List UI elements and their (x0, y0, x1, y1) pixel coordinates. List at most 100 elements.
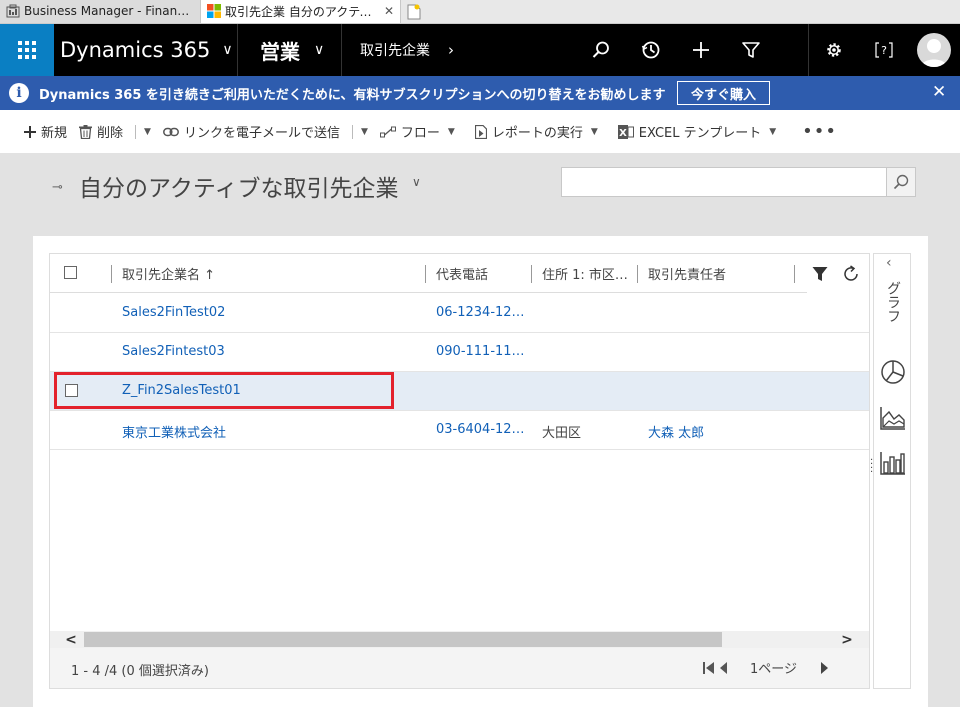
refresh-icon (844, 264, 858, 281)
select-all-checkbox[interactable] (64, 266, 77, 279)
run-report-label: レポートの実行 (491, 126, 583, 141)
account-name-link[interactable]: 東京工業株式会社 (122, 422, 226, 441)
app-launcher-button[interactable] (0, 24, 54, 76)
help-icon: ? (875, 42, 893, 58)
area-chart-button[interactable] (879, 404, 907, 432)
divider (351, 124, 353, 139)
scrollbar-thumb[interactable] (84, 632, 722, 647)
user-avatar[interactable] (917, 33, 951, 67)
report-icon (474, 124, 487, 139)
row-checkbox[interactable] (65, 384, 78, 397)
trash-icon (79, 124, 93, 139)
info-icon: i (9, 83, 29, 103)
previous-page-icon[interactable] (719, 661, 728, 675)
advanced-find-button[interactable] (726, 24, 776, 76)
horizontal-scrollbar[interactable]: < > (50, 631, 869, 648)
plus-icon (693, 42, 709, 58)
more-commands-button[interactable]: ••• (802, 110, 837, 153)
chevron-down-icon: ∨ (314, 42, 325, 58)
search-box (561, 167, 916, 197)
chevron-down-icon: ▼ (360, 126, 368, 137)
delete-dropdown[interactable]: ▼ (144, 110, 151, 153)
tab-title: 取引先企業 自分のアクティブ... (225, 4, 380, 19)
divider (135, 124, 137, 139)
column-divider (794, 265, 795, 283)
chevron-down-icon: ▼ (447, 126, 455, 137)
excel-template-button[interactable]: X EXCEL テンプレート ▼ (617, 110, 777, 153)
close-icon[interactable]: ✕ (932, 82, 946, 102)
first-page-icon[interactable] (703, 661, 715, 675)
table-row[interactable]: Sales2Fintest03 090-111-11… (50, 333, 869, 372)
delete-button[interactable]: 削除 (79, 110, 123, 153)
account-name-link[interactable]: Sales2Fintest03 (122, 344, 225, 359)
bar-chart-button[interactable] (879, 449, 907, 477)
view-header: ⊸ 自分のアクティブな取引先企業 ∨ (0, 153, 960, 236)
global-search-button[interactable] (576, 24, 626, 76)
browser-tab-accounts[interactable]: 取引先企業 自分のアクティブ... ✕ (201, 0, 401, 23)
link-icon (163, 127, 179, 137)
table-row-selected[interactable]: Z_Fin2SalesTest01 (50, 372, 869, 411)
phone-link[interactable]: 06-1234-12… (436, 305, 531, 320)
waffle-icon (18, 41, 36, 59)
column-header-phone[interactable]: 代表電話 (436, 264, 488, 283)
contact-link[interactable]: 大森 太郎 (648, 422, 704, 441)
nav-icon-group (576, 24, 776, 76)
pane-resize-grip[interactable]: · · · · (870, 456, 873, 478)
column-header-address[interactable]: 住所 1: 市区… (542, 264, 628, 283)
column-header-name[interactable]: 取引先企業名 ↑ (122, 264, 215, 283)
flow-button[interactable]: フロー ▼ (379, 110, 455, 153)
chevron-down-icon: ▼ (769, 126, 777, 137)
chart-pane-label[interactable]: グラフ (883, 281, 903, 323)
settings-icon (827, 43, 841, 57)
column-header-contact[interactable]: 取引先責任者 (648, 264, 726, 283)
table-row[interactable]: 東京工業株式会社 03-6404-12… 大田区 大森 太郎 (50, 411, 869, 450)
browser-tab-strip: Business Manager - Finance an... 取引先企業 自… (0, 0, 960, 24)
column-divider (425, 265, 426, 283)
view-selector-chevron-icon[interactable]: ∨ (412, 175, 421, 189)
more-icon: ••• (802, 121, 837, 142)
command-bar: 新規 削除 ▼ リンクを電子メールで送信 ▼ フロー ▼ レポートの実行 ▼ X… (0, 110, 960, 153)
pie-chart-button[interactable] (879, 358, 907, 386)
new-label: 新規 (41, 126, 68, 141)
search-button[interactable] (886, 168, 915, 196)
account-name-link[interactable]: Z_Fin2SalesTest01 (122, 383, 241, 398)
refresh-button[interactable] (842, 264, 860, 283)
tab-close-icon[interactable]: ✕ (384, 4, 394, 18)
phone-link[interactable]: 090-111-11… (436, 344, 531, 359)
email-link-dropdown[interactable]: ▼ (361, 110, 368, 153)
grid-filter-button[interactable] (812, 266, 828, 282)
column-divider (111, 265, 112, 283)
pin-icon[interactable]: ⊸ (52, 180, 63, 195)
brand-menu[interactable]: Dynamics 365 ∨ (54, 24, 238, 76)
phone-link[interactable]: 03-6404-12… (436, 422, 531, 437)
help-button[interactable]: ? (859, 24, 909, 76)
settings-button[interactable] (809, 24, 859, 76)
microsoft-logo-icon (207, 4, 221, 18)
area-chart-icon (880, 407, 905, 430)
grid-header: 取引先企業名 ↑ 代表電話 住所 1: 市区… 取引先責任者 (50, 254, 869, 293)
buy-now-button[interactable]: 今すぐ購入 (677, 81, 770, 105)
entity-name: 取引先企業 (360, 43, 430, 59)
recent-button[interactable] (626, 24, 676, 76)
email-link-button[interactable]: リンクを電子メールで送信 (163, 110, 340, 153)
new-button[interactable]: 新規 (24, 110, 67, 153)
run-report-button[interactable]: レポートの実行 ▼ (474, 110, 598, 153)
quick-create-button[interactable] (676, 24, 726, 76)
module-menu[interactable]: 営業 ∨ (238, 24, 342, 76)
search-icon (893, 174, 909, 190)
table-row[interactable]: Sales2FinTest02 06-1234-12… (50, 294, 869, 333)
chevron-down-icon: ∨ (222, 42, 233, 58)
next-page-icon[interactable] (820, 661, 829, 675)
search-input[interactable] (562, 168, 886, 196)
new-tab-button[interactable] (403, 1, 425, 23)
page-title[interactable]: 自分のアクティブな取引先企業 (79, 169, 398, 203)
chevron-left-icon[interactable]: ‹ (886, 255, 892, 271)
scroll-left-icon[interactable]: < (61, 631, 81, 648)
business-manager-icon (6, 4, 20, 18)
scroll-right-icon[interactable]: > (837, 631, 857, 648)
browser-tab-business-manager[interactable]: Business Manager - Finance an... (0, 0, 201, 23)
entity-breadcrumb[interactable]: 取引先企業 › (342, 24, 468, 76)
pie-chart-icon (881, 360, 905, 384)
account-name-link[interactable]: Sales2FinTest02 (122, 305, 225, 320)
column-divider (637, 265, 638, 283)
